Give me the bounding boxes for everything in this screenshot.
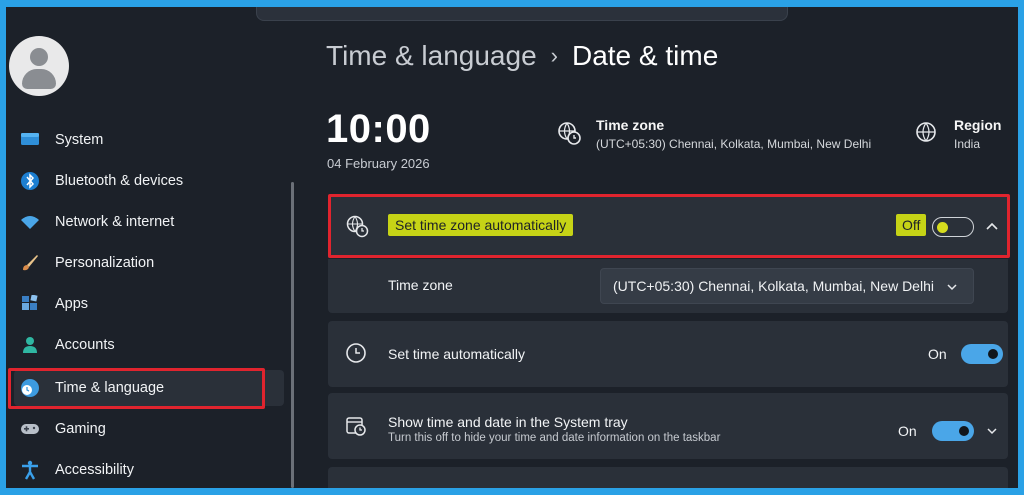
- auto-time-state: On: [928, 346, 947, 362]
- breadcrumb-separator: ›: [550, 43, 558, 68]
- systray-toggle[interactable]: [932, 421, 974, 441]
- sidebar: System Bluetooth & devices Network & int…: [6, 7, 296, 488]
- sidebar-item-personalization[interactable]: Personalization: [14, 245, 284, 281]
- sidebar-item-accounts[interactable]: Accounts: [14, 327, 284, 363]
- sidebar-item-label: Bluetooth & devices: [55, 173, 184, 189]
- breadcrumb-parent[interactable]: Time & language: [326, 40, 537, 72]
- auto-time-card: Set time automatically On: [328, 321, 1008, 387]
- sidebar-item-label: Apps: [55, 296, 89, 312]
- sidebar-item-gaming[interactable]: Gaming: [14, 411, 284, 447]
- region-value: India: [954, 137, 981, 151]
- timezone-dropdown[interactable]: (UTC+05:30) Chennai, Kolkata, Mumbai, Ne…: [600, 268, 974, 304]
- sidebar-item-label: Accessibility: [55, 462, 134, 478]
- sidebar-item-label: Accounts: [55, 337, 115, 353]
- region-summary: Region India: [914, 117, 1001, 151]
- sidebar-item-apps[interactable]: Apps: [14, 286, 284, 322]
- sidebar-item-label: Gaming: [55, 421, 106, 437]
- chevron-down-icon[interactable]: [985, 424, 999, 438]
- systray-label: Show time and date in the System tray: [388, 414, 628, 430]
- sidebar-item-accessibility[interactable]: Accessibility: [14, 452, 284, 488]
- next-setting-card: [328, 467, 1008, 488]
- systray-description: Turn this off to hide your time and date…: [388, 432, 721, 444]
- systray-card: Show time and date in the System tray Tu…: [328, 393, 1008, 459]
- sidebar-item-label: Personalization: [55, 255, 155, 271]
- chevron-down-icon: [945, 280, 959, 294]
- sidebar-item-network[interactable]: Network & internet: [14, 204, 284, 240]
- page-title: Date & time: [571, 40, 719, 71]
- current-date: 04 February 2026: [327, 156, 430, 171]
- breadcrumb: Time & language › Date & time: [326, 40, 718, 72]
- accessibility-icon: [19, 459, 41, 481]
- calendar-clock-icon: [345, 415, 369, 439]
- person-icon: [19, 334, 41, 356]
- globe-clock-icon: [556, 120, 582, 146]
- apps-icon: [19, 293, 41, 315]
- monitor-icon: [19, 129, 41, 151]
- bluetooth-icon: [19, 170, 41, 192]
- timezone-summary: Time zone (UTC+05:30) Chennai, Kolkata, …: [556, 117, 871, 151]
- brush-icon: [19, 252, 41, 274]
- settings-window: System Bluetooth & devices Network & int…: [6, 7, 1018, 488]
- gamepad-icon: [19, 418, 41, 440]
- search-box[interactable]: [256, 7, 788, 21]
- auto-time-label: Set time automatically: [388, 346, 525, 362]
- region-title: Region: [954, 117, 1002, 133]
- sidebar-scrollbar[interactable]: [291, 182, 294, 488]
- sidebar-item-label: Network & internet: [55, 214, 175, 230]
- systray-state: On: [898, 423, 917, 439]
- avatar[interactable]: [9, 36, 69, 96]
- timezone-value: (UTC+05:30) Chennai, Kolkata, Mumbai, Ne…: [596, 137, 872, 151]
- sidebar-item-system[interactable]: System: [14, 122, 284, 158]
- wifi-icon: [19, 211, 41, 233]
- timezone-row-label: Time zone: [388, 277, 453, 293]
- auto-time-toggle[interactable]: [961, 344, 1003, 364]
- sidebar-item-label: System: [55, 132, 104, 148]
- timezone-dropdown-value: (UTC+05:30) Chennai, Kolkata, Mumbai, Ne…: [613, 278, 934, 294]
- current-time: 10:00: [326, 107, 431, 151]
- timezone-title: Time zone: [596, 117, 665, 133]
- annotation-box-auto-timezone: [328, 194, 1010, 258]
- clock-icon: [345, 342, 369, 366]
- sidebar-item-bluetooth[interactable]: Bluetooth & devices: [14, 163, 284, 199]
- globe-icon: [914, 120, 940, 146]
- annotation-box-sidebar: [8, 368, 265, 409]
